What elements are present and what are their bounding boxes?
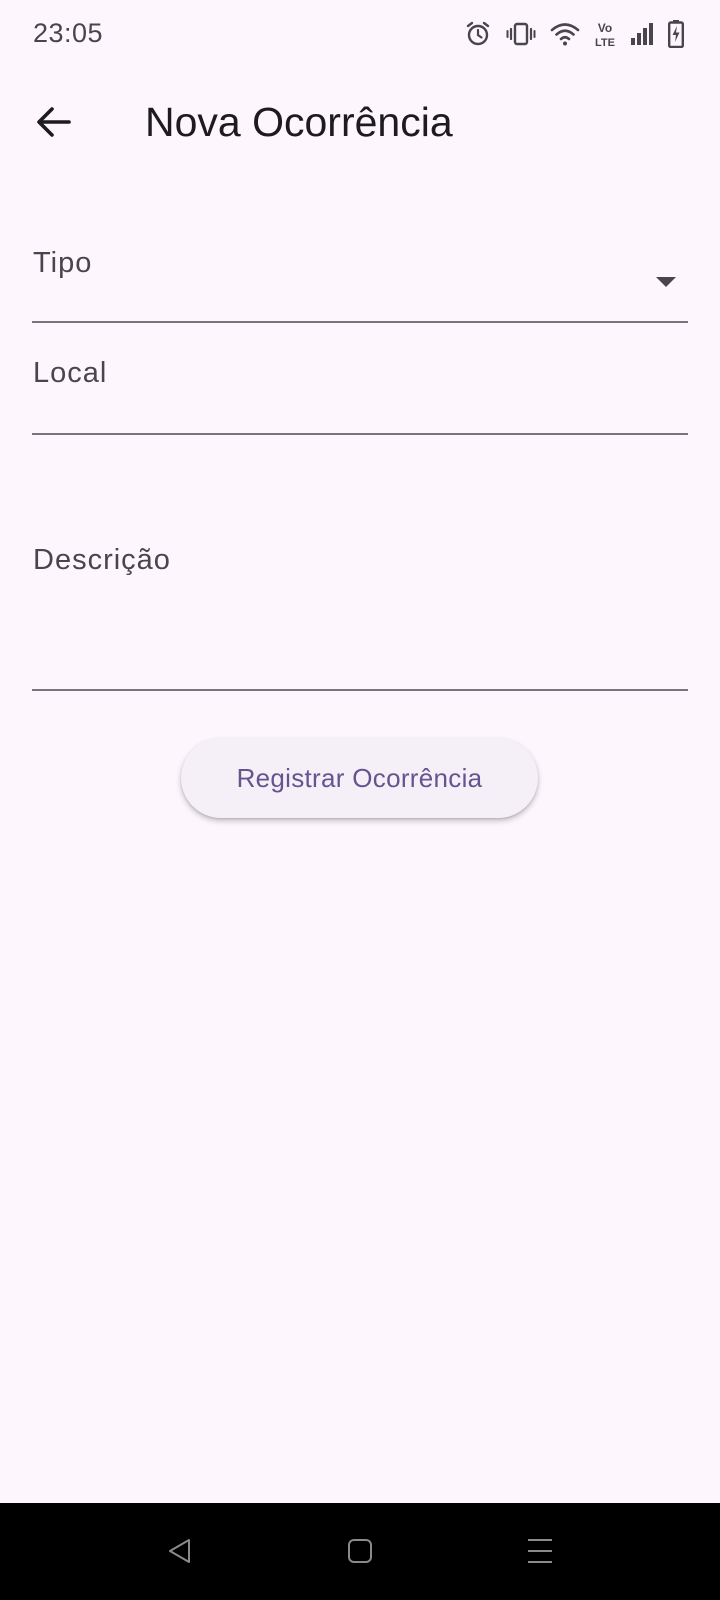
system-nav-bar bbox=[0, 1503, 720, 1600]
local-label: Local bbox=[33, 357, 108, 389]
arrow-drop-down-icon bbox=[656, 277, 676, 287]
nav-recents-button[interactable] bbox=[518, 1529, 562, 1573]
vibrate-icon bbox=[506, 22, 536, 46]
status-icons: Vo LTE bbox=[464, 18, 684, 50]
descricao-input[interactable]: Descrição bbox=[32, 515, 688, 691]
signal-icon bbox=[631, 23, 653, 45]
svg-text:Vo: Vo bbox=[598, 21, 612, 35]
registrar-ocorrencia-button[interactable]: Registrar Ocorrência bbox=[181, 738, 538, 818]
status-time: 23:05 bbox=[33, 18, 104, 48]
status-bar: 23:05 Vo LTE bbox=[0, 0, 720, 70]
back-button[interactable] bbox=[26, 94, 82, 150]
home-square-icon bbox=[348, 1539, 372, 1563]
alarm-icon bbox=[466, 21, 490, 46]
tipo-dropdown[interactable]: Tipo bbox=[32, 225, 688, 323]
nav-home-button[interactable] bbox=[338, 1529, 382, 1573]
page-title: Nova Ocorrência bbox=[145, 99, 453, 145]
battery-charging-icon bbox=[668, 20, 684, 48]
volte-icon: Vo LTE bbox=[595, 21, 615, 48]
descricao-label: Descrição bbox=[33, 544, 171, 576]
tipo-label: Tipo bbox=[33, 247, 93, 279]
arrow-back-icon bbox=[37, 107, 71, 137]
wifi-icon bbox=[550, 23, 580, 46]
nav-back-button[interactable] bbox=[158, 1529, 202, 1573]
svg-text:LTE: LTE bbox=[595, 37, 615, 48]
back-triangle-icon bbox=[169, 1539, 190, 1563]
local-input[interactable]: Local bbox=[32, 335, 688, 435]
app-bar: Nova Ocorrência bbox=[0, 72, 720, 172]
recents-menu-icon bbox=[528, 1539, 552, 1563]
